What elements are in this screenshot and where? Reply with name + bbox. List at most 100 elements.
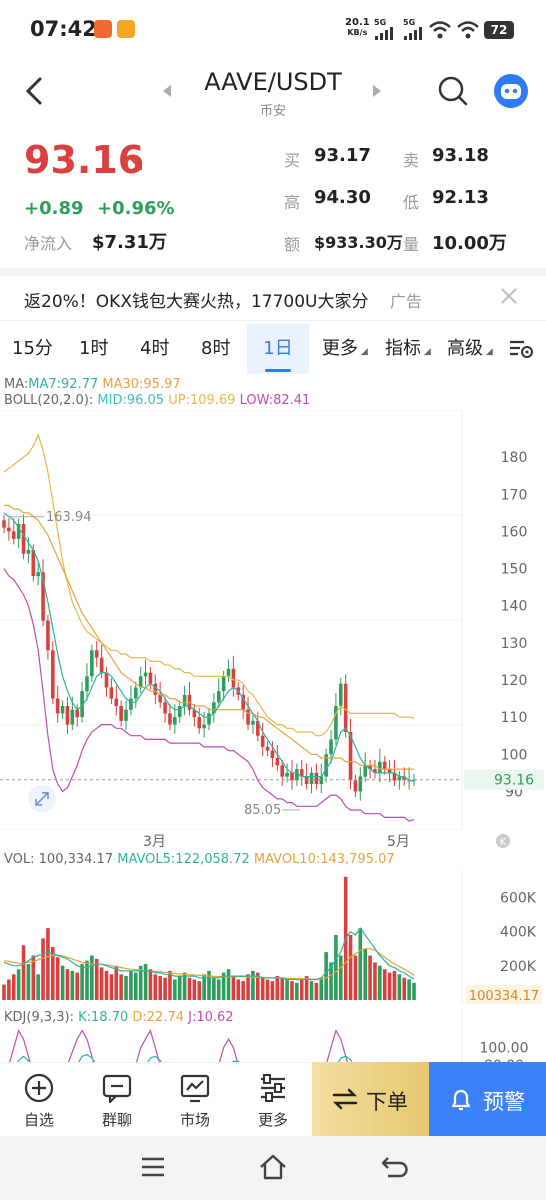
volume-bar (16, 969, 21, 1000)
dropdown-arrow-icon: ◢ (421, 347, 431, 357)
candle-body (226, 668, 231, 677)
candle-body (285, 772, 289, 777)
chart-settings-icon[interactable] (508, 338, 534, 360)
volume-bar (270, 981, 275, 1000)
boll-up-line (3, 433, 415, 737)
volume-axis-label: 200K (500, 959, 537, 975)
sell-value: 93.18 (432, 145, 489, 166)
price-axis-label: 140 (501, 599, 528, 615)
volume-bar (182, 972, 187, 1000)
ad-text[interactable]: 返20%！OKX钱包大赛火热，17700U大家分 (24, 287, 368, 312)
kdj-chart: 100.0080.00 (9, 1010, 529, 1062)
scroll-to-latest-icon[interactable]: K (495, 833, 511, 849)
tab-more[interactable]: 更多 ◢ (322, 324, 368, 374)
volume-current-tag: 100334.17 (469, 989, 539, 1004)
dropdown-arrow-icon: ◢ (358, 347, 368, 357)
menu-icon[interactable] (140, 1156, 166, 1178)
candle-body (329, 739, 333, 755)
ad-banner[interactable]: 返20%！OKX钱包大赛火热，17700U大家分 广告 (0, 280, 546, 316)
timeframe-tabs: 15分 1时 4时 8时 1日 更多 ◢ 指标 ◢ 高级 ◢ (0, 324, 546, 374)
candle-body (338, 683, 343, 706)
volume-bar (348, 935, 353, 1000)
volume-bar (75, 972, 80, 1000)
candle-body (148, 672, 153, 684)
volume-bar (231, 976, 236, 1000)
volume-bar (216, 979, 221, 1000)
alert-button[interactable]: 预警 (429, 1062, 546, 1136)
volume-bar (192, 979, 197, 1000)
volume-bar (392, 970, 397, 1000)
candlestick-chart[interactable]: 1801701601501401301201101009093.16163.94… (0, 410, 546, 830)
robot-assistant-icon[interactable] (493, 73, 529, 109)
volume-bar (387, 972, 392, 1000)
next-pair-icon[interactable] (372, 84, 382, 98)
candle-body (114, 698, 119, 706)
volume-axis-label: 400K (500, 925, 537, 941)
buy-label: 买 (284, 151, 301, 170)
app-notification-icon (94, 20, 112, 38)
tab-advanced[interactable]: 高级 ◢ (447, 324, 493, 374)
close-icon[interactable] (500, 287, 518, 305)
chat-icon (102, 1074, 132, 1103)
volume-bar (55, 957, 60, 1000)
volume-axis-label: 600K (500, 890, 537, 906)
price-axis-label: 150 (501, 562, 528, 578)
system-nav-bar (0, 1136, 546, 1200)
volume-bar (309, 981, 314, 1000)
volume-bar (80, 964, 84, 1000)
back-system-icon[interactable] (380, 1154, 408, 1180)
high-marker: 163.94 (46, 510, 92, 525)
volume-bar (363, 948, 367, 1000)
change-pct: +0.96% (97, 198, 175, 219)
status-time: 07:42 (30, 17, 97, 41)
price-axis-label: 130 (501, 636, 528, 652)
volume-bar (353, 955, 358, 1000)
candle-body (21, 524, 26, 554)
volume-bar (99, 967, 104, 1000)
volume-bar (373, 962, 377, 1000)
candle-body (26, 550, 31, 554)
volume-bar (158, 976, 162, 1000)
price-axis-label: 180 (501, 450, 528, 466)
candle-body (290, 772, 294, 781)
svg-text:K: K (500, 837, 507, 848)
candle-body (231, 668, 236, 688)
tab-1d[interactable]: 1日 (247, 324, 309, 374)
candle-body (36, 572, 40, 576)
home-icon[interactable] (258, 1153, 288, 1181)
volume-bar (378, 965, 382, 1000)
search-icon[interactable] (437, 75, 469, 107)
volume-bar (114, 965, 119, 1000)
tab-indicators[interactable]: 指标 ◢ (385, 324, 431, 374)
volume-bar (109, 974, 114, 1000)
volume-bar (36, 974, 40, 1000)
volume-bar (46, 928, 50, 1000)
candle-body (99, 657, 104, 673)
volume-bar (21, 945, 26, 1000)
price-axis-label: 160 (501, 524, 528, 540)
tab-4h[interactable]: 4时 (140, 324, 169, 374)
tab-1h[interactable]: 1时 (79, 324, 108, 374)
tab-8h[interactable]: 8时 (201, 324, 230, 374)
volume-bar (212, 977, 216, 1000)
ma-legend: MA:MA7:92.77 MA30:95.97 (4, 377, 181, 392)
volume-bar (104, 970, 109, 1000)
volume-bar (173, 979, 177, 1000)
volume-bar (41, 938, 45, 1000)
order-button[interactable]: 下单 (312, 1062, 429, 1136)
volume-bar (207, 970, 211, 1000)
candle-body (70, 709, 75, 725)
candle-body (343, 683, 348, 732)
tab-15m[interactable]: 15分 (12, 324, 53, 374)
candle-body (143, 672, 148, 677)
amount-value: $933.30万 (314, 233, 403, 252)
low-label: 低 (403, 193, 420, 212)
volume-bar (280, 977, 285, 1000)
candle-body (65, 706, 70, 725)
candle-body (129, 698, 133, 710)
candle-body (216, 691, 221, 703)
candle-body (133, 687, 138, 699)
candle-body (202, 724, 206, 729)
candle-body (46, 620, 50, 651)
volume-label: 量 (403, 235, 420, 254)
